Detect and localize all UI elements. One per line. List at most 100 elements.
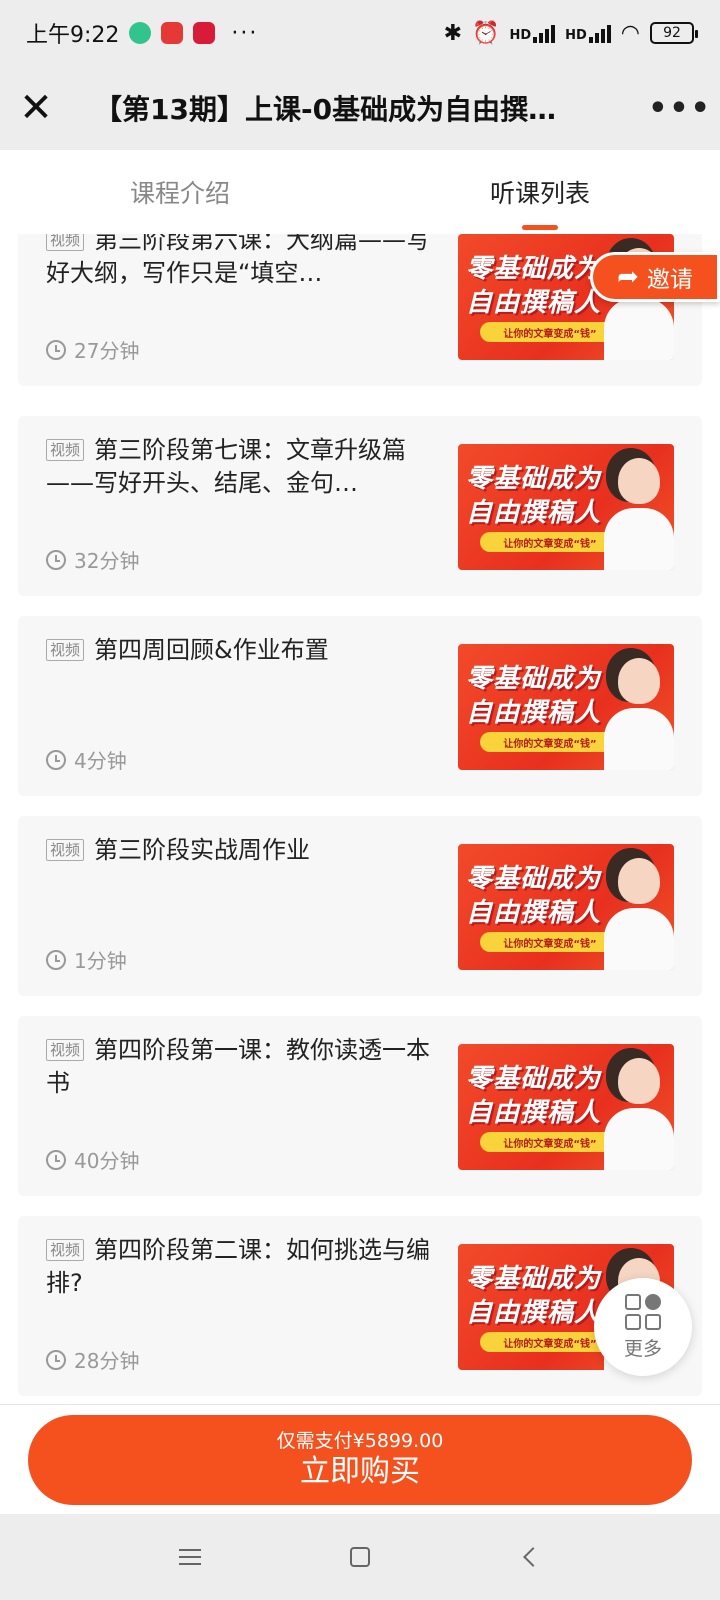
notification-app-icon <box>129 22 152 44</box>
more-options-button[interactable]: ••• <box>640 66 720 150</box>
lesson-card[interactable]: 视频 第三阶段实战周作业 1分钟 零基础成为 自由撰稿人 让你的文章变成“钱” <box>18 816 702 996</box>
thumb-line1: 零基础成为 <box>466 1264 602 1294</box>
more-float-button[interactable]: 更多 <box>594 1278 692 1376</box>
home-icon <box>350 1547 370 1567</box>
video-tag: 视频 <box>46 1039 85 1061</box>
battery-icon: 92 <box>650 22 698 44</box>
video-tag: 视频 <box>46 234 85 251</box>
buy-label: 立即购买 <box>300 1454 420 1489</box>
lesson-card[interactable]: 视频 第四阶段第一课：教你读透一本书 40分钟 零基础成为 自由撰稿人 让你的文章… <box>18 1016 702 1196</box>
clock-icon <box>46 1149 66 1170</box>
lesson-title: 第三阶段第六课：大纲篇——写好大纲，写作只是“填空… <box>46 234 431 287</box>
status-bar: 上午9:22 ··· ✱ ⏰ HD HD ◠ 92 <box>0 0 720 66</box>
video-tag: 视频 <box>46 839 85 861</box>
thumb-line2: 自由撰稿人 <box>466 1098 602 1128</box>
more-label: 更多 <box>623 1337 662 1360</box>
lesson-duration: 1分钟 <box>46 945 127 974</box>
status-left: 上午9:22 ··· <box>26 17 258 49</box>
more-dots-icon: ••• <box>648 90 712 126</box>
thumb-band: 让你的文章变成“钱” <box>480 532 620 552</box>
invite-button[interactable]: ➦ 邀请 <box>590 252 720 302</box>
lesson-title: 第三阶段第七课：文章升级篇——写好开头、结尾、金句… <box>46 436 407 497</box>
duration-text: 40分钟 <box>74 1149 140 1173</box>
clock-icon <box>46 1349 66 1370</box>
buy-price: 仅需支付¥5899.00 <box>276 1430 444 1452</box>
invite-label: 邀请 <box>646 267 693 293</box>
thumb-line1: 零基础成为 <box>466 664 602 694</box>
duration-text: 27分钟 <box>74 339 140 363</box>
share-arrow-icon: ➦ <box>617 262 639 292</box>
lesson-title-block: 视频 第三阶段第七课：文章升级篇——写好开头、结尾、金句… <box>46 434 436 500</box>
lesson-title-block: 视频 第三阶段第六课：大纲篇——写好大纲，写作只是“填空… <box>46 234 436 290</box>
lesson-title: 第四周回顾&作业布置 <box>94 636 329 664</box>
title-bar: ✕ 【第13期】上课-0基础成为自由撰… ••• <box>0 66 720 150</box>
recent-apps-button[interactable] <box>170 1537 210 1577</box>
thumb-line2: 自由撰稿人 <box>466 898 602 928</box>
clock-icon <box>46 749 66 770</box>
close-icon: ✕ <box>19 85 53 131</box>
buy-now-button[interactable]: 仅需支付¥5899.00 立即购买 <box>28 1415 692 1505</box>
thumb-band: 让你的文章变成“钱” <box>480 322 620 342</box>
thumb-line1: 零基础成为 <box>466 864 602 894</box>
lesson-duration: 4分钟 <box>46 745 127 774</box>
clock-icon <box>46 549 66 570</box>
duration-text: 1分钟 <box>74 949 127 973</box>
wifi-icon: ◠ <box>620 20 640 46</box>
lesson-list[interactable]: 视频 第三阶段第六课：大纲篇——写好大纲，写作只是“填空… 27分钟 零基础成为 … <box>0 234 720 1404</box>
thumb-line1: 零基础成为 <box>466 254 602 284</box>
lesson-title: 第三阶段实战周作业 <box>94 836 311 864</box>
thumb-line2: 自由撰稿人 <box>466 498 602 528</box>
lesson-title-block: 视频 第四阶段第二课：如何挑选与编排? <box>46 1234 436 1300</box>
video-tag: 视频 <box>46 639 85 661</box>
thumb-line2: 自由撰稿人 <box>466 1298 602 1328</box>
lesson-thumbnail: 零基础成为 自由撰稿人 让你的文章变成“钱” <box>458 1044 674 1170</box>
apps-grid-icon <box>625 1293 661 1330</box>
video-tag: 视频 <box>46 1239 85 1261</box>
thumb-line1: 零基础成为 <box>466 1064 602 1094</box>
duration-text: 32分钟 <box>74 549 140 573</box>
buy-bar: 仅需支付¥5899.00 立即购买 <box>0 1404 720 1514</box>
back-icon <box>523 1547 543 1567</box>
page-title: 【第13期】上课-0基础成为自由撰… <box>94 93 557 126</box>
thumb-band: 让你的文章变成“钱” <box>480 732 620 752</box>
clock-icon <box>46 339 66 360</box>
lesson-card[interactable]: 视频 第四周回顾&作业布置 4分钟 零基础成为 自由撰稿人 让你的文章变成“钱” <box>18 616 702 796</box>
youpin-app-icon <box>193 22 216 44</box>
home-button[interactable] <box>340 1537 380 1577</box>
clock-icon <box>46 949 66 970</box>
status-time: 上午9:22 <box>26 23 120 48</box>
tab-bar: 课程介绍 听课列表 <box>0 150 720 234</box>
lesson-title-block: 视频 第四阶段第一课：教你读透一本书 <box>46 1034 436 1100</box>
lesson-title-block: 视频 第三阶段实战周作业 <box>46 834 436 867</box>
instructor-portrait <box>604 650 674 770</box>
lesson-duration: 32分钟 <box>46 545 139 574</box>
thumb-line2: 自由撰稿人 <box>466 288 602 318</box>
lesson-title-block: 视频 第四周回顾&作业布置 <box>46 634 436 667</box>
thumb-line2: 自由撰稿人 <box>466 698 602 728</box>
video-tag: 视频 <box>46 439 85 461</box>
instructor-portrait <box>604 850 674 970</box>
system-nav-bar <box>0 1514 720 1600</box>
lesson-card[interactable]: 视频 第三阶段第七课：文章升级篇——写好开头、结尾、金句… 32分钟 零基础成为 … <box>18 416 702 596</box>
lesson-thumbnail: 零基础成为 自由撰稿人 让你的文章变成“钱” <box>458 444 674 570</box>
lesson-duration: 27分钟 <box>46 335 139 364</box>
lesson-title: 第四阶段第一课：教你读透一本书 <box>46 1036 431 1097</box>
alarm-icon: ⏰ <box>472 20 500 46</box>
duration-text: 28分钟 <box>74 1349 140 1373</box>
instructor-portrait <box>604 1050 674 1170</box>
back-button[interactable] <box>510 1537 550 1577</box>
lesson-thumbnail: 零基础成为 自由撰稿人 让你的文章变成“钱” <box>458 844 674 970</box>
tab-lesson-list[interactable]: 听课列表 <box>360 150 720 234</box>
thumb-band: 让你的文章变成“钱” <box>480 1132 620 1152</box>
status-right: ✱ ⏰ HD HD ◠ 92 <box>443 20 698 46</box>
bluetooth-icon: ✱ <box>443 20 463 46</box>
xiaohongshu-app-icon <box>161 22 184 44</box>
close-button[interactable]: ✕ <box>0 66 72 150</box>
duration-text: 4分钟 <box>74 749 127 773</box>
lesson-thumbnail: 零基础成为 自由撰稿人 让你的文章变成“钱” <box>458 644 674 770</box>
cell-signal-icon: HD <box>509 23 556 43</box>
thumb-line1: 零基础成为 <box>466 464 602 494</box>
thumb-band: 让你的文章变成“钱” <box>480 932 620 952</box>
cell-signal-icon-2: HD <box>565 23 611 43</box>
tab-course-intro[interactable]: 课程介绍 <box>0 150 360 234</box>
